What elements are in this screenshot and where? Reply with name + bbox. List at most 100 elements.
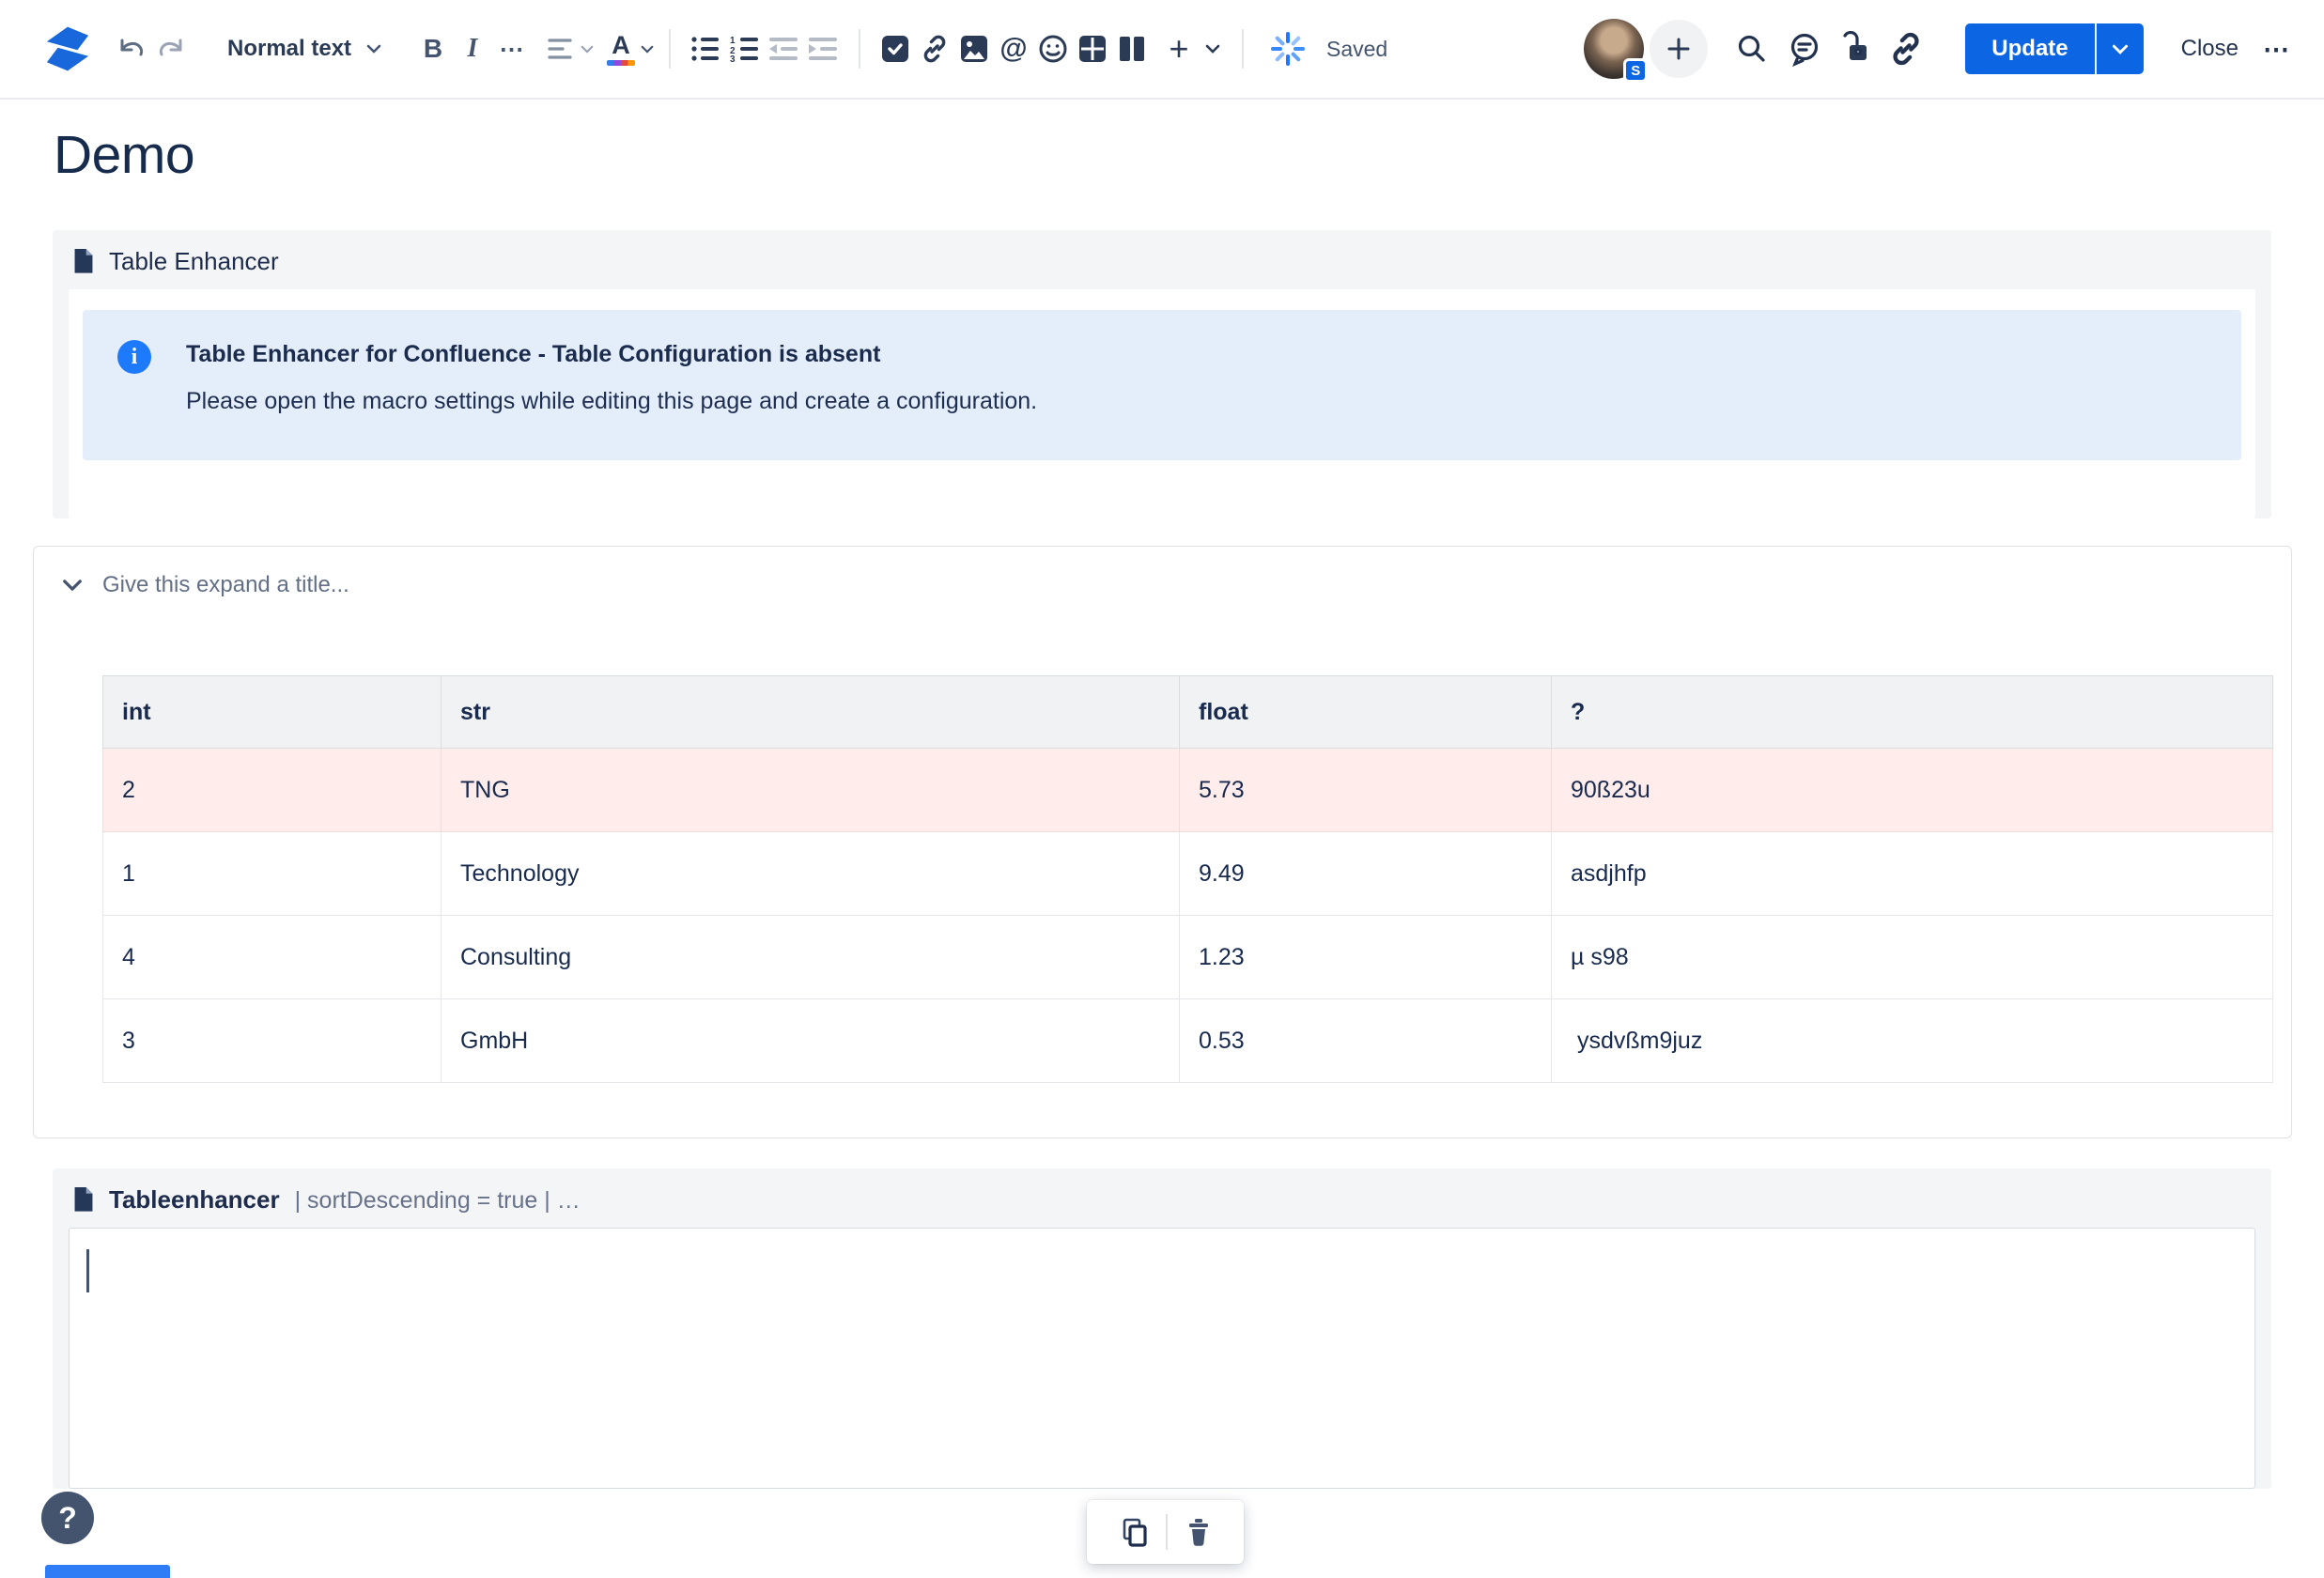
update-button[interactable]: Update (1965, 23, 2095, 74)
link-icon (1893, 32, 1919, 66)
outdent-button[interactable] (765, 24, 804, 73)
expand-collapse-button[interactable] (62, 579, 83, 592)
table-cell[interactable]: 5.73 (1179, 748, 1552, 832)
indent-button[interactable] (804, 24, 844, 73)
table-cell[interactable]: µ s98 (1551, 915, 2273, 999)
comment-icon (1791, 33, 1819, 67)
svg-text:3: 3 (730, 54, 736, 62)
avatar-status-badge: S (1623, 58, 1649, 83)
expand-block: Give this expand a title... int str float?… (33, 546, 2292, 1138)
chevron-down-icon (581, 45, 594, 54)
chevron-down-icon (2112, 44, 2128, 54)
table-cell[interactable]: 1.23 (1179, 915, 1552, 999)
text-style-dropdown[interactable]: Normal text (227, 24, 381, 73)
table-cell[interactable]: 90ß23u (1551, 748, 2273, 832)
mention-button[interactable]: @ (994, 24, 1033, 73)
user-avatar[interactable]: S (1584, 19, 1649, 83)
table-cell[interactable]: 0.53 (1179, 998, 1552, 1083)
comments-button[interactable] (1785, 24, 1824, 73)
document-icon (74, 249, 93, 273)
copy-icon (1123, 1518, 1147, 1547)
macro-body: i Table Enhancer for Confluence - Table … (69, 289, 2255, 518)
chevron-down-icon (366, 44, 381, 54)
info-icon: i (117, 340, 151, 374)
info-panel-title: Table Enhancer for Confluence - Table Co… (186, 341, 881, 367)
bullet-list-button[interactable] (686, 24, 725, 73)
image-button[interactable] (954, 24, 994, 73)
table-row: 3 GmbH 0.53 ysdvßm9juz (102, 998, 2273, 1083)
macro-table-enhancer[interactable]: Table Enhancer i Table Enhancer for Conf… (53, 230, 2271, 518)
emoji-button[interactable] (1033, 24, 1073, 73)
bold-button[interactable]: B (413, 24, 453, 73)
macro-parameters: | sortDescending = true | … (294, 1187, 581, 1214)
table-header-row: int str float? (102, 675, 2273, 749)
copy-button[interactable] (1118, 1516, 1150, 1548)
table-cell[interactable]: 9.49 (1179, 831, 1552, 916)
chevron-down-icon (1205, 44, 1220, 54)
delete-button[interactable] (1184, 1516, 1214, 1548)
macro-header[interactable]: Tableenhancer | sortDescending = true | … (53, 1168, 2271, 1228)
link-button[interactable] (915, 24, 954, 73)
table-cell[interactable]: Consulting (441, 915, 1180, 999)
table-body: 2 TNG 5.73 90ß23u 1 Technology 9.49 asdjhfp 4 Con… (102, 748, 2273, 1083)
toolbar-separator (1165, 1514, 1168, 1550)
search-button[interactable] (1732, 24, 1772, 73)
text-color-dropdown[interactable]: A (607, 24, 654, 73)
table-cell[interactable]: 1 (102, 831, 442, 916)
table-row: 1 Technology 9.49 asdjhfp (102, 831, 2273, 916)
italic-button[interactable]: I (453, 24, 492, 73)
text-style-label: Normal text (227, 36, 352, 61)
update-options-button[interactable] (2094, 23, 2144, 74)
more-formatting-button[interactable]: ⋯ (492, 24, 532, 73)
search-icon (1739, 35, 1765, 62)
help-button[interactable]: ? (41, 1492, 94, 1544)
copy-link-button[interactable] (1886, 24, 1926, 73)
close-button[interactable]: Close (2181, 36, 2239, 62)
save-status: Saved (1326, 36, 1388, 61)
table-header-cell[interactable]: str (441, 675, 1180, 749)
table-cell[interactable]: ysdvßm9juz (1551, 998, 2273, 1083)
table-cell[interactable]: 2 (102, 748, 442, 832)
sync-spinner-icon (1268, 24, 1308, 73)
text-align-dropdown[interactable] (547, 24, 594, 73)
plus-icon (1667, 38, 1690, 60)
table-cell[interactable]: GmbH (441, 998, 1180, 1083)
bottom-blue-element (45, 1565, 170, 1578)
mention-glyph: @ (999, 33, 1028, 64)
toolbar-separator (669, 29, 671, 69)
table-cell[interactable]: 3 (102, 998, 442, 1083)
table-cell[interactable]: 4 (102, 915, 442, 999)
redo-icon[interactable] (152, 24, 192, 73)
macro-header[interactable]: Table Enhancer (53, 230, 2271, 289)
insert-dropdown-chevron[interactable] (1199, 24, 1227, 73)
table-header-cell[interactable]: int (102, 675, 442, 749)
task-list-button[interactable] (875, 24, 915, 73)
table-cell[interactable]: Technology (441, 831, 1180, 916)
document-icon (74, 1187, 93, 1212)
layout-button[interactable] (1112, 24, 1152, 73)
expand-title-input[interactable]: Give this expand a title... (102, 572, 349, 598)
table-button[interactable] (1073, 24, 1112, 73)
unlock-button[interactable] (1836, 24, 1875, 73)
undo-icon[interactable] (111, 24, 150, 73)
macro-tableenhancer[interactable]: Tableenhancer | sortDescending = true | … (53, 1168, 2271, 1489)
italic-glyph: I (467, 34, 478, 63)
table-cell[interactable]: asdjhfp (1551, 831, 2273, 916)
invite-people-button[interactable] (1650, 20, 1709, 78)
plus-icon: + (1169, 29, 1189, 68)
insert-more-button[interactable]: + (1159, 24, 1199, 73)
macro-text-area[interactable] (69, 1228, 2255, 1489)
numbered-list-button[interactable]: 1 2 3 (725, 24, 765, 73)
more-formatting-glyph: ⋯ (499, 34, 525, 63)
table-header-cell[interactable]: float (1179, 675, 1552, 749)
table-row: 4 Consulting 1.23 µ s98 (102, 915, 2273, 999)
table-header-cell[interactable]: ? (1551, 675, 2273, 749)
page-title[interactable]: Demo (54, 124, 2324, 186)
text-cursor (86, 1249, 89, 1292)
confluence-logo-icon (38, 24, 98, 73)
toolbar-overflow-button[interactable]: ⋯ (2263, 34, 2290, 65)
table-cell[interactable]: TNG (441, 748, 1180, 832)
confluence-editor: Normal text B I ⋯ A 1 2 3 @ + Saved S Up… (0, 0, 2324, 1578)
toolbar-separator (1242, 29, 1244, 69)
node-floating-toolbar (1087, 1500, 1244, 1564)
